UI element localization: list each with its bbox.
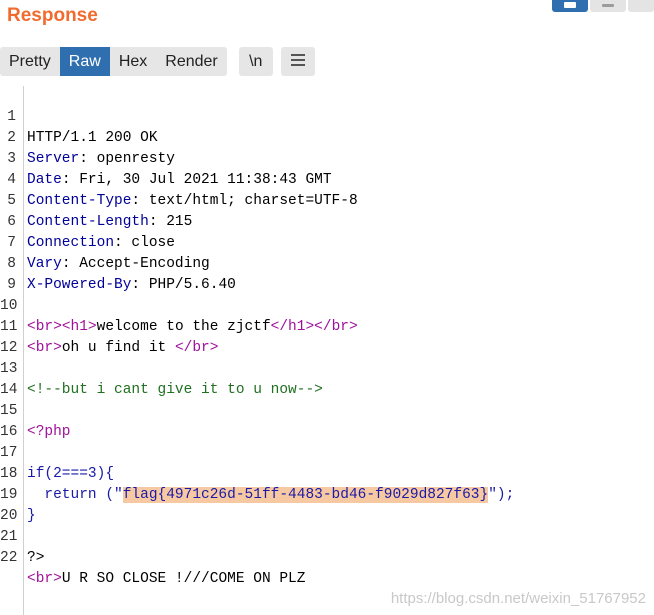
code-line: 22 <br>U R SO CLOSE !///COME ON PLZ [0, 527, 654, 587]
code-line: 19 } [0, 464, 654, 524]
options-menu-button[interactable] [280, 47, 315, 76]
code-line: 1 HTTP/1.1 200 OK [0, 86, 654, 146]
layout-split-icon [564, 2, 576, 8]
code-line: 21 ?> [0, 506, 654, 566]
tab-hex[interactable]: Hex [110, 47, 156, 76]
raw-response-editor[interactable]: 1 HTTP/1.1 200 OK 2 Server: openresty 3 … [0, 86, 654, 615]
code-line: 3 Date: Fri, 30 Jul 2021 11:38:43 GMT [0, 128, 654, 188]
line-number: 22 [0, 550, 18, 566]
code-line: 8 X-Powered-By: PHP/5.6.40 [0, 233, 654, 293]
response-panel-title: Response [7, 5, 98, 26]
body-text: U R SO CLOSE !///COME ON PLZ [61, 571, 306, 587]
body-line-close: <br>U R SO CLOSE !///COME ON PLZ [27, 569, 305, 590]
show-newlines-toggle[interactable]: \n [238, 47, 273, 76]
tab-pretty[interactable]: Pretty [0, 47, 60, 76]
code-line: 15 <?php [0, 380, 654, 440]
layout-horizontal-button[interactable] [590, 0, 626, 12]
layout-vertical-button[interactable] [628, 0, 654, 12]
code-line: 6 Connection: close [0, 191, 654, 251]
html-tag: <br> [27, 571, 62, 587]
view-mode-group: Pretty Raw Hex Render [0, 47, 227, 76]
code-line: 16 [0, 401, 654, 440]
code-line: 11 <br>oh u find it </br> [0, 296, 654, 356]
tab-render[interactable]: Render [156, 47, 226, 76]
code-line: 12 [0, 317, 654, 356]
message-view-tabs: Pretty Raw Hex Render \n [0, 47, 315, 76]
code-line: 13 <!--but i cant give it to u now--> [0, 338, 654, 398]
code-line: 17 if(2===3){ [0, 422, 654, 482]
code-line: 10 <br><h1>welcome to the zjctf</h1></br… [0, 275, 654, 335]
layout-switcher [550, 0, 654, 12]
watermark: https://blog.csdn.net/weixin_51767952 [390, 590, 646, 607]
code-line: 7 Vary: Accept-Encoding [0, 212, 654, 272]
layout-horizontal-icon [602, 4, 614, 7]
code-line: 5 Content-Length: 215 [0, 170, 654, 230]
hamburger-menu-icon [290, 51, 305, 69]
code-line: 4 Content-Type: text/html; charset=UTF-8 [0, 149, 654, 209]
code-line: 9 [0, 254, 654, 293]
tab-raw[interactable]: Raw [59, 47, 110, 76]
layout-split-button[interactable] [552, 0, 588, 12]
code-line: 18 return ("flag{4971c26d-51ff-4483-bd46… [0, 443, 654, 503]
code-line: 2 Server: openresty [0, 107, 654, 167]
code-line: 14 [0, 359, 654, 398]
code-line: 20 [0, 485, 654, 524]
